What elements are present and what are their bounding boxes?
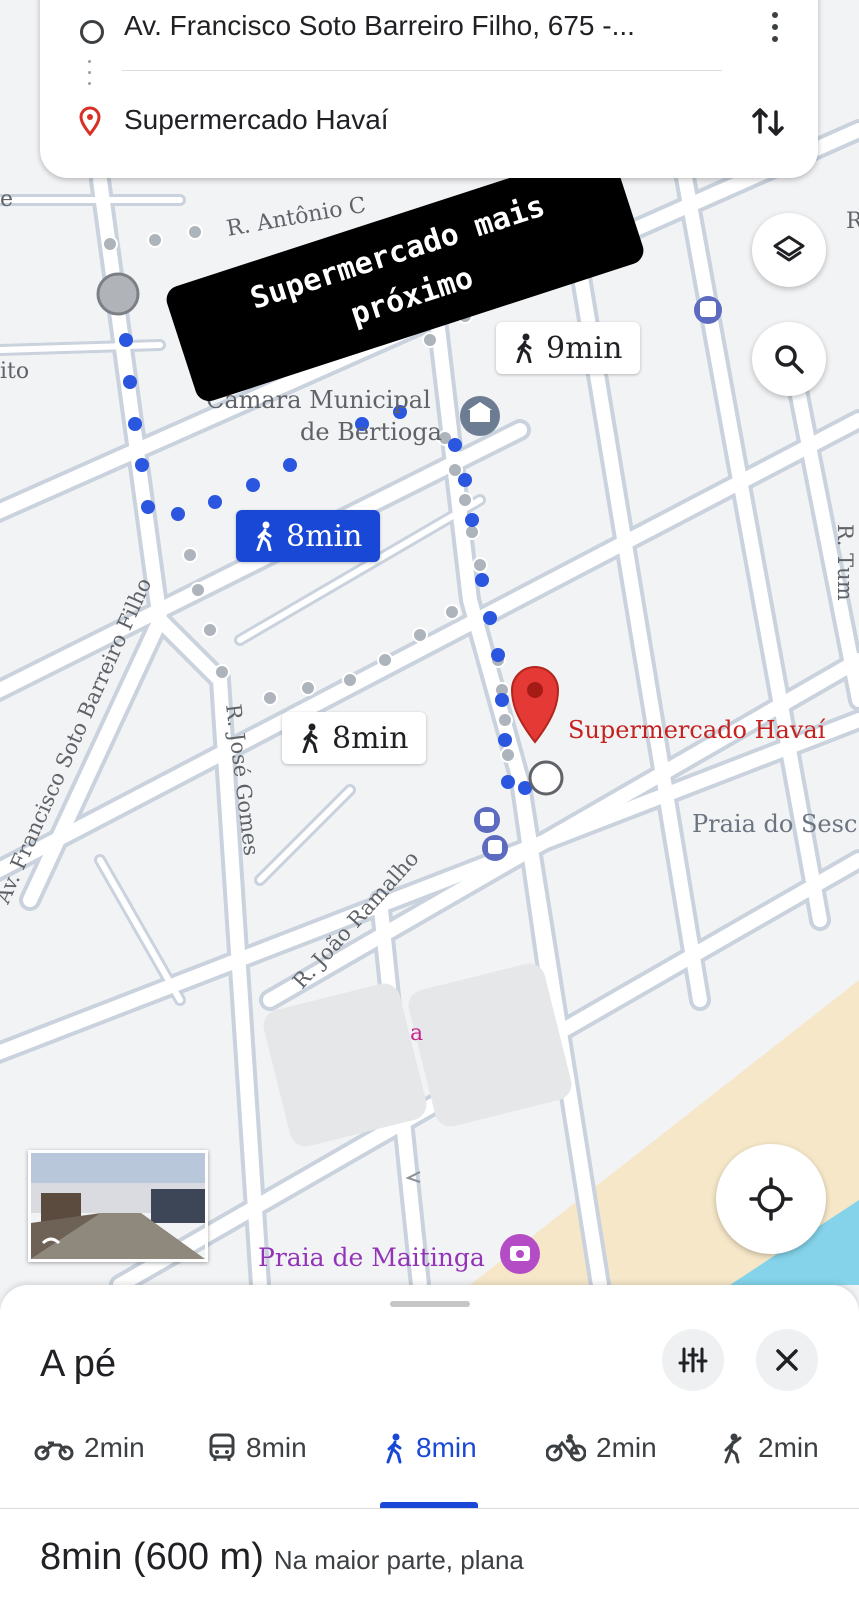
walk-icon <box>256 521 272 551</box>
street-view-thumbnail[interactable] <box>28 1150 208 1262</box>
sheet-drag-handle[interactable] <box>390 1301 470 1307</box>
street-view-image <box>31 1153 205 1259</box>
map-label-edge-ito: ito <box>0 359 29 384</box>
landmark-icon <box>460 396 500 436</box>
route-dots-icon <box>88 60 92 90</box>
bus-stop-icon <box>694 296 722 324</box>
transit-icon <box>209 1433 235 1461</box>
my-location-button[interactable] <box>716 1144 826 1254</box>
destination-pin-small-icon <box>79 106 101 136</box>
route-options-button[interactable] <box>662 1329 724 1391</box>
map-label-edge-e: e <box>0 187 13 212</box>
my-location-icon <box>749 1177 793 1221</box>
layers-button[interactable] <box>752 213 826 287</box>
destination-field[interactable]: Supermercado Havaí <box>124 104 389 136</box>
close-button[interactable] <box>756 1329 818 1391</box>
route-badge-label: 9min <box>546 330 623 366</box>
tab-walk[interactable]: 8min <box>384 1405 477 1491</box>
search-icon <box>775 345 804 374</box>
divider <box>122 70 722 71</box>
layers-icon <box>773 235 805 262</box>
map-label-camara-2: de Bertioga <box>300 418 442 446</box>
tab-label: 8min <box>416 1432 477 1463</box>
tab-bike[interactable]: 2min <box>546 1405 657 1491</box>
tab-label: 2min <box>596 1432 657 1463</box>
map-label-blurred: a <box>410 1021 423 1046</box>
route-badge-label: 8min <box>286 518 363 554</box>
route-badge-alt-1[interactable]: 9min <box>496 322 641 374</box>
tab-label: 2min <box>84 1432 145 1463</box>
directions-card: Av. Francisco Soto Barreiro Filho, 675 -… <box>40 0 818 178</box>
origin-field[interactable]: Av. Francisco Soto Barreiro Filho, 675 -… <box>124 10 635 42</box>
photo-poi-icon <box>500 1234 540 1274</box>
map-label-supermercado: Supermercado Havaí <box>568 716 826 744</box>
bike-icon <box>546 1434 586 1462</box>
route-summary: 8min (600 m) Na maior parte, plana <box>40 1536 524 1579</box>
map-label-edge-rtum: R. Tum <box>833 524 857 601</box>
map-label-praia-maitinga: Praia de Maitinga <box>258 1243 485 1272</box>
ride-hail-icon <box>724 1433 742 1464</box>
tune-icon <box>678 1347 708 1373</box>
sheet-title: A pé <box>40 1343 117 1385</box>
route-summary-sub: Na maior parte, plana <box>273 1545 524 1575</box>
route-badge-label: 8min <box>332 720 409 756</box>
route-badge-selected[interactable]: 8min <box>236 510 381 562</box>
search-along-route-button[interactable] <box>752 322 826 396</box>
origin-marker <box>96 272 140 316</box>
tab-ride-hail[interactable]: 2min <box>720 1405 819 1491</box>
walk-icon <box>386 1433 402 1464</box>
walk-icon <box>516 333 532 363</box>
route-badge-alt-2[interactable]: 8min <box>282 712 427 764</box>
close-icon <box>776 1349 798 1371</box>
origin-circle-icon <box>80 20 104 44</box>
more-options-icon[interactable] <box>772 12 780 44</box>
divider <box>0 1508 859 1509</box>
map-label-praia-sesc: Praia do Sesc <box>692 810 857 838</box>
tab-transit[interactable]: 8min <box>208 1405 307 1491</box>
map-label-edge-r: R <box>846 209 859 234</box>
travel-mode-tabs: 2min 8min 8min 2min 2min <box>0 1405 859 1491</box>
destination-dot <box>528 760 564 796</box>
tab-label: 2min <box>758 1432 819 1463</box>
swap-icon[interactable] <box>748 102 788 142</box>
tab-label: 8min <box>246 1432 307 1463</box>
motorcycle-icon <box>34 1441 74 1461</box>
tab-motorcycle[interactable]: 2min <box>34 1405 145 1491</box>
route-summary-main: 8min (600 m) <box>40 1536 264 1578</box>
walk-icon <box>302 723 318 753</box>
